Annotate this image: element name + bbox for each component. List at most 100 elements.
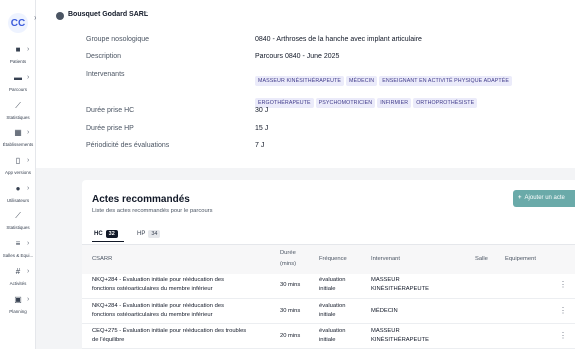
tab-hp[interactable]: HP 34 <box>137 230 161 238</box>
duree-hp-label: Durée prise HP <box>86 125 134 132</box>
plus-icon: + <box>518 195 522 201</box>
sidebar-item-label: Parcours <box>8 87 27 92</box>
col-equipement[interactable]: Equipement <box>505 256 536 262</box>
chart-icon: ⟋ <box>15 211 21 220</box>
duree-hc-label: Durée prise HC <box>86 107 135 114</box>
chevron-updown-icon[interactable]: ⌃ <box>144 11 149 18</box>
intervenant-tag: MASSEUR KINÉSITHÉRAPEUTE <box>255 76 345 86</box>
periodicite-value: 7 J <box>255 142 265 149</box>
user-icon: ● <box>15 184 21 193</box>
table-row[interactable]: NKQ+284 - Évaluation initiale pour réédu… <box>82 274 575 299</box>
cell-frequence-2: initiale <box>319 312 336 318</box>
room-icon: ≡ <box>15 239 21 248</box>
tab-count-badge: 32 <box>105 230 118 238</box>
sidebar-item-utilisateurs[interactable]: ● › Utilisateurs <box>0 184 36 203</box>
sidebar: CC › ■ › Patients ▬ › Parcours ⟋ Statistiq… <box>0 0 37 349</box>
intervenants-tags: MASSEUR KINÉSITHÉRAPEUTE MÉDECIN ENSEIGNAN… <box>255 69 575 113</box>
cell-duree: 30 mins <box>280 308 301 314</box>
cell-frequence: évaluation <box>319 277 346 283</box>
sidebar-item-label: Statistiques <box>6 115 30 120</box>
calendar-icon: ▣ <box>14 295 22 304</box>
actes-subtitle: Liste des actes recommandés pour le parc… <box>92 208 213 214</box>
cell-duree: 20 mins <box>280 333 301 339</box>
sidebar-item-label: App versions <box>4 170 31 175</box>
sidebar-item-label: Utilisateurs <box>6 198 30 203</box>
sidebar-item-etablissements[interactable]: ▦ › Établissements <box>0 128 36 147</box>
col-csarr[interactable]: CSARR <box>92 256 112 262</box>
sidebar-item-planning[interactable]: ▣ › Planning <box>0 295 36 314</box>
phone-icon: ▯ <box>15 156 21 165</box>
tab-label: HP <box>137 231 146 237</box>
row-menu-icon[interactable]: ⋮ <box>559 280 567 289</box>
tab-count-badge: 34 <box>148 230 161 238</box>
cell-csarr-2: fonctions ostéoarticulaires du membre in… <box>92 286 213 292</box>
active-tab-indicator <box>92 241 124 242</box>
chevron-right-icon: › <box>27 129 30 136</box>
table-row[interactable]: CEQ+275 - Évaluation initiale pour réédu… <box>82 324 575 349</box>
sidebar-item-label: Planning <box>9 309 27 314</box>
cell-intervenant-2: KINÉSITHÉRAPEUTE <box>371 286 429 292</box>
building-icon: ▦ <box>14 128 22 137</box>
sidebar-item-salles[interactable]: ≡ › Salles & Equi... <box>0 239 36 258</box>
chevron-right-icon: › <box>27 268 30 275</box>
cell-frequence: évaluation <box>319 328 346 334</box>
sidebar-item-parcours[interactable]: ▬ › Parcours <box>0 73 36 92</box>
tab-label: HC <box>94 231 103 237</box>
chevron-right-icon: › <box>27 296 30 303</box>
col-salle[interactable]: Salle <box>475 256 488 262</box>
cell-intervenant: MÉDECIN <box>371 308 398 314</box>
groupe-label: Groupe nosologique <box>86 36 150 43</box>
sidebar-item-label: Activités <box>9 281 27 286</box>
folder-icon: ▬ <box>14 73 22 82</box>
cell-csarr: NKQ+284 - Évaluation initiale pour réédu… <box>92 277 224 283</box>
account-icon <box>56 12 64 20</box>
actes-title: Actes recommandés <box>92 194 190 205</box>
col-duree[interactable]: Durée <box>280 250 296 256</box>
cell-frequence: évaluation <box>319 303 346 309</box>
table-row[interactable]: NKQ+284 - Évaluation initiale pour réédu… <box>82 299 575 324</box>
app-logo: CC <box>8 13 28 33</box>
cell-duree: 30 mins <box>280 282 301 288</box>
duree-hc-value: 30 J <box>255 107 269 114</box>
description-value: Parcours 0840 - June 2025 <box>255 53 340 60</box>
sidebar-item-patients[interactable]: ■ › Patients <box>0 45 36 64</box>
chevron-right-icon: › <box>27 46 30 53</box>
sidebar-item-activites[interactable]: # › Activités <box>0 267 36 286</box>
sidebar-item-app-versions[interactable]: ▯ › App versions <box>0 156 36 175</box>
patient-icon: ■ <box>15 45 21 54</box>
company-name[interactable]: Bousquet Godard SARL <box>68 11 148 18</box>
activity-icon: # <box>15 267 21 276</box>
add-acte-label: Ajouter un acte <box>524 195 565 201</box>
cell-frequence-2: initiale <box>319 286 336 292</box>
sidebar-item-statistiques-2[interactable]: ⟋ Statistiques <box>0 211 36 230</box>
intervenant-tag: MÉDECIN <box>346 76 378 86</box>
cell-intervenant-2: KINÉSITHÉRAPEUTE <box>371 337 429 343</box>
chevron-right-icon: › <box>27 74 30 81</box>
col-intervenant[interactable]: Intervenant <box>371 256 400 262</box>
groupe-value: 0840 - Arthroses de la hanche avec impla… <box>255 36 422 43</box>
add-acte-button[interactable]: + Ajouter un acte <box>513 190 575 207</box>
table-header: CSARR Durée (mins) Fréquence Intervenant… <box>82 244 575 274</box>
description-label: Description <box>86 53 122 60</box>
periodicite-label: Périodicité des évaluations <box>86 142 170 149</box>
duree-hp-value: 15 J <box>255 125 269 132</box>
row-menu-icon[interactable]: ⋮ <box>559 331 567 340</box>
cell-frequence-2: initiale <box>319 337 336 343</box>
parcours-info-panel: Groupe nosologique 0840 - Arthroses de l… <box>36 28 575 168</box>
col-duree-unit: (mins) <box>280 261 297 267</box>
actes-card: Actes recommandés Liste des actes recomm… <box>82 180 575 349</box>
intervenant-tag: PSYCHOMOTRICIEN <box>315 98 376 108</box>
chevron-right-icon: › <box>27 157 30 164</box>
sidebar-item-label: Établissements <box>2 142 34 147</box>
intervenant-tag: ORTHOPROTHÉSISTE <box>413 98 478 108</box>
sidebar-item-label: Patients <box>9 59 27 64</box>
intervenant-tag: INFIRMIER <box>377 98 412 108</box>
chevron-right-icon: › <box>27 240 30 247</box>
sidebar-item-label: Salles & Equi... <box>2 253 34 258</box>
tab-hc[interactable]: HC 32 <box>94 230 118 238</box>
col-frequence[interactable]: Fréquence <box>319 256 347 262</box>
sidebar-item-statistiques[interactable]: ⟋ Statistiques <box>0 101 36 120</box>
chart-icon: ⟋ <box>15 101 21 110</box>
row-menu-icon[interactable]: ⋮ <box>559 306 567 315</box>
intervenant-tag: ENSEIGNANT EN ACTIVITÉ PHYSIQUE ADAPTÉE <box>379 76 513 86</box>
